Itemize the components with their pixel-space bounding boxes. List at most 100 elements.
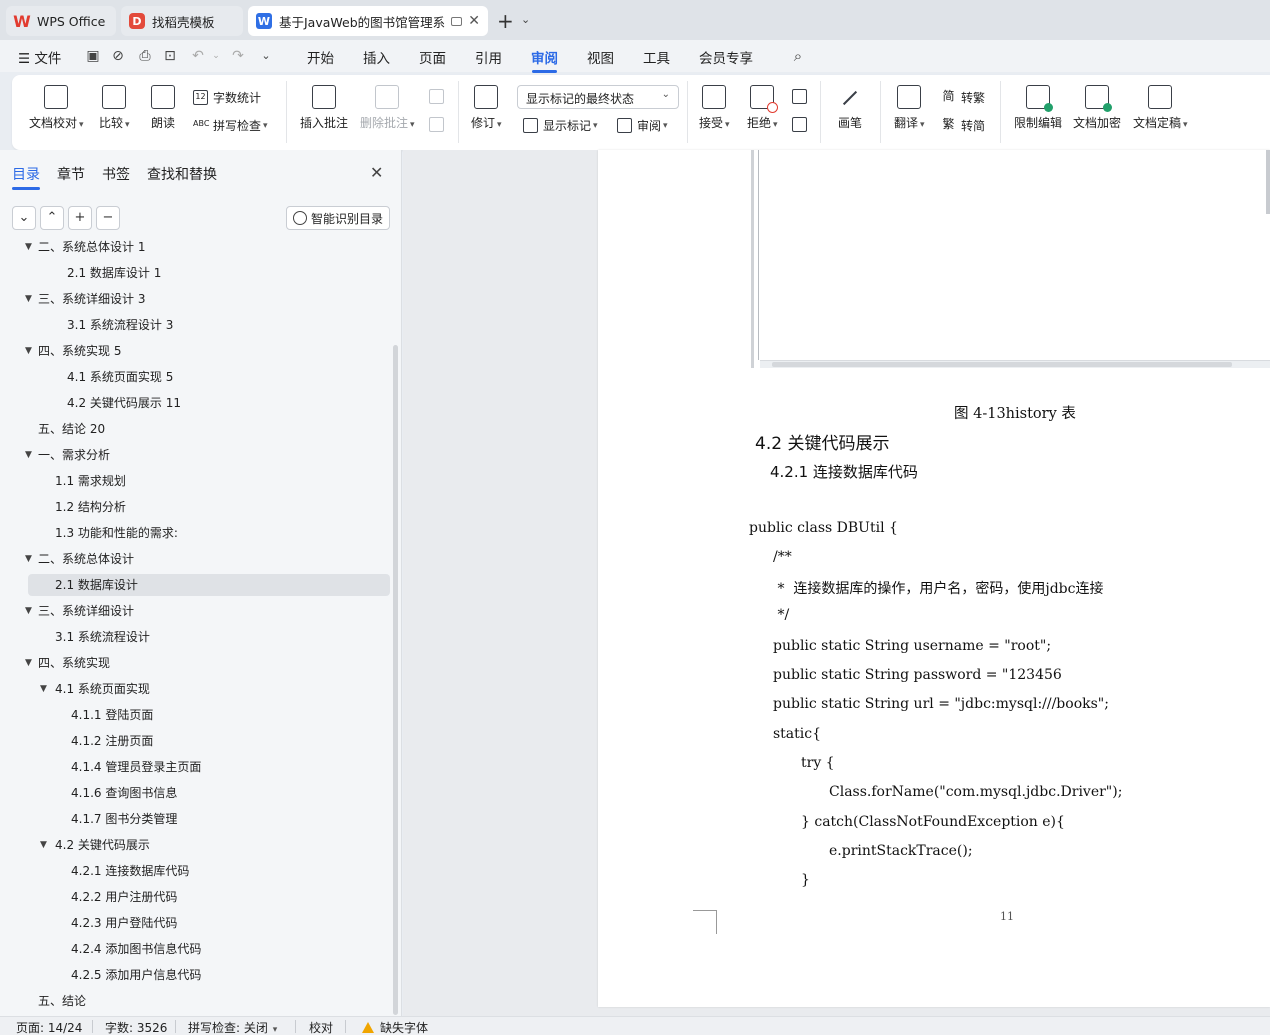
encrypt-document-button[interactable]: 文档加密 [1073, 85, 1121, 131]
tab-find-replace[interactable]: 查找和替换 [147, 164, 217, 184]
toc-item[interactable]: ▼ 4.2 关键代码展示 [0, 834, 390, 856]
show-markup-button[interactable]: 显示标记 ▾ [523, 117, 598, 134]
collapse-arrow-icon[interactable]: ▼ [25, 340, 32, 362]
search-icon[interactable]: ⌕ [790, 48, 806, 64]
to-traditional-button[interactable]: 简 转繁 [941, 89, 985, 106]
missing-font-status[interactable]: 缺失字体 [362, 1019, 428, 1035]
toc-item[interactable]: 2.1 数据库设计 [0, 574, 390, 596]
previous-change-button[interactable] [792, 89, 812, 104]
toc-item[interactable]: 4.2.3 用户登陆代码 [0, 912, 390, 934]
toc-item[interactable]: 3.1 系统流程设计 3 [0, 314, 390, 336]
toc-item[interactable]: ▼ 三、系统详细设计 [0, 600, 390, 622]
toc-item[interactable]: 4.2.2 用户注册代码 [0, 886, 390, 908]
compare-button[interactable]: 比较 ▾ [99, 85, 130, 131]
save-icon[interactable]: ▣ [85, 48, 101, 64]
toc-item[interactable]: ▼ 三、系统详细设计 3 [0, 288, 390, 310]
toc-item[interactable]: 4.1.7 图书分类管理 [0, 808, 390, 830]
toc-item[interactable]: ▼ 二、系统总体设计 [0, 548, 390, 570]
close-tab-icon[interactable]: ✕ [468, 13, 480, 29]
document-page[interactable]: 图 4-13history 表 4.2 关键代码展示 4.2.1 连接数据库代码… [598, 150, 1270, 1007]
print-preview-icon[interactable]: ⊡ [162, 48, 178, 64]
nav-scrollbar[interactable] [393, 345, 398, 1015]
toc-item[interactable]: 4.1.1 登陆页面 [0, 704, 390, 726]
spell-check-status[interactable]: 拼写检查: 关闭 ▾ [188, 1019, 277, 1035]
toc-item[interactable]: 1.2 结构分析 [0, 496, 390, 518]
toc-item[interactable]: 五、结论 [0, 990, 390, 1012]
toc-item[interactable]: ▼ 一、需求分析 [0, 444, 390, 466]
toc-item[interactable]: 2.1 数据库设计 1 [0, 262, 390, 284]
spell-check-button[interactable]: ABC 拼写检查 ▾ [193, 117, 268, 134]
embedded-image-frame[interactable] [751, 150, 1270, 368]
collapse-arrow-icon[interactable]: ▼ [40, 834, 47, 856]
delete-comment-button[interactable]: 删除批注 ▾ [360, 85, 415, 131]
review-pane-button[interactable]: 审阅 ▾ [617, 117, 668, 134]
toc-item[interactable]: 4.1 系统页面实现 5 [0, 366, 390, 388]
undo-dropdown-icon[interactable]: ⌄ [208, 48, 224, 64]
tab-docer-templates[interactable]: D 找稻壳模板 [121, 6, 243, 36]
toc-item[interactable]: 4.2.4 添加图书信息代码 [0, 938, 390, 960]
insert-comment-button[interactable]: 插入批注 [300, 85, 348, 131]
toc-item[interactable]: 五、结论 20 [0, 418, 390, 440]
previous-comment-button[interactable] [429, 89, 449, 104]
toc-item[interactable]: 4.2.5 添加用户信息代码 [0, 964, 390, 986]
toc-item[interactable]: ▼ 四、系统实现 [0, 652, 390, 674]
toc-item[interactable]: ▼ 4.1 系统页面实现 [0, 678, 390, 700]
toc-item[interactable]: 4.2 关键代码展示 11 [0, 392, 390, 414]
translate-button[interactable]: 翻译 ▾ [894, 85, 925, 131]
new-tab-icon[interactable]: + [497, 9, 514, 33]
collapse-arrow-icon[interactable]: ▼ [25, 548, 32, 570]
proofread-status[interactable]: 校对 [309, 1019, 333, 1035]
tab-toc[interactable]: 目录 [12, 164, 40, 190]
read-aloud-button[interactable]: 朗读 [151, 85, 175, 131]
word-count-button[interactable]: 12 字数统计 [193, 89, 261, 106]
document-scrollbar[interactable] [1266, 150, 1270, 214]
restrict-edit-button[interactable]: 限制编辑 [1014, 85, 1062, 131]
toc-item[interactable]: 4.1.2 注册页面 [0, 730, 390, 752]
toc-item[interactable]: 4.2.1 连接数据库代码 [0, 860, 390, 882]
menu-review[interactable]: 审阅 [531, 47, 558, 73]
revise-button[interactable]: 修订 ▾ [471, 85, 502, 131]
smart-toc-button[interactable]: 智能识别目录 [286, 206, 390, 230]
tab-bookmarks[interactable]: 书签 [102, 164, 130, 184]
undo-icon[interactable]: ↶ [190, 48, 206, 64]
redo-icon[interactable]: ↷ [230, 48, 246, 64]
menu-tools[interactable]: 工具 [643, 47, 670, 67]
proofread-button[interactable]: 文档校对 ▾ [29, 85, 84, 131]
toc-item[interactable]: ▼ 二、系统总体设计 1 [0, 240, 390, 258]
menu-vip[interactable]: 会员专享 [699, 47, 753, 67]
menu-references[interactable]: 引用 [475, 47, 502, 67]
collapse-up-button[interactable]: ⌃ [40, 206, 64, 230]
close-pane-icon[interactable]: ✕ [370, 163, 383, 182]
monitor-icon[interactable] [451, 16, 463, 26]
word-count-status[interactable]: 字数: 3526 [105, 1019, 167, 1035]
chevron-down-icon[interactable]: ⌄ [521, 13, 530, 26]
toc-item[interactable]: 1.3 功能和性能的需求: [0, 522, 390, 544]
collapse-arrow-icon[interactable]: ▼ [25, 652, 32, 674]
to-simplified-button[interactable]: 繁 转简 [941, 117, 985, 134]
tab-current-document[interactable]: W 基于JavaWeb的图书馆管理系 ✕ [248, 6, 488, 36]
pen-button[interactable]: 画笔 [838, 85, 862, 131]
menu-page[interactable]: 页面 [419, 47, 446, 67]
menu-view[interactable]: 视图 [587, 47, 614, 67]
toc-item[interactable]: 4.1.4 管理员登录主页面 [0, 756, 390, 778]
collapse-arrow-icon[interactable]: ▼ [25, 240, 32, 258]
page-indicator[interactable]: 页面: 14/24 [16, 1019, 82, 1035]
tab-wps-office[interactable]: W WPS Office [6, 6, 116, 36]
menu-insert[interactable]: 插入 [363, 47, 390, 67]
demote-button[interactable]: − [96, 206, 120, 230]
reject-button[interactable]: 拒绝 ▾ [747, 85, 779, 131]
collapse-arrow-icon[interactable]: ▼ [25, 444, 32, 466]
file-menu[interactable]: ☰ 文件 [18, 47, 61, 67]
promote-button[interactable]: + [68, 206, 92, 230]
markup-state-select[interactable]: 显示标记的最终状态 ⌄ [517, 85, 679, 109]
collapse-arrow-icon[interactable]: ▼ [25, 600, 32, 622]
image-scroll-thumb[interactable] [772, 362, 1232, 367]
finalize-document-button[interactable]: 文档定稿 ▾ [1133, 85, 1188, 131]
print-icon[interactable]: ⎙ [137, 48, 153, 64]
tab-chapters[interactable]: 章节 [57, 164, 85, 184]
image-scrollbar[interactable] [760, 360, 1270, 368]
next-change-button[interactable] [792, 117, 812, 132]
toc-item[interactable]: 3.1 系统流程设计 [0, 626, 390, 648]
toc-item[interactable]: 1.1 需求规划 [0, 470, 390, 492]
next-comment-button[interactable] [429, 117, 449, 132]
